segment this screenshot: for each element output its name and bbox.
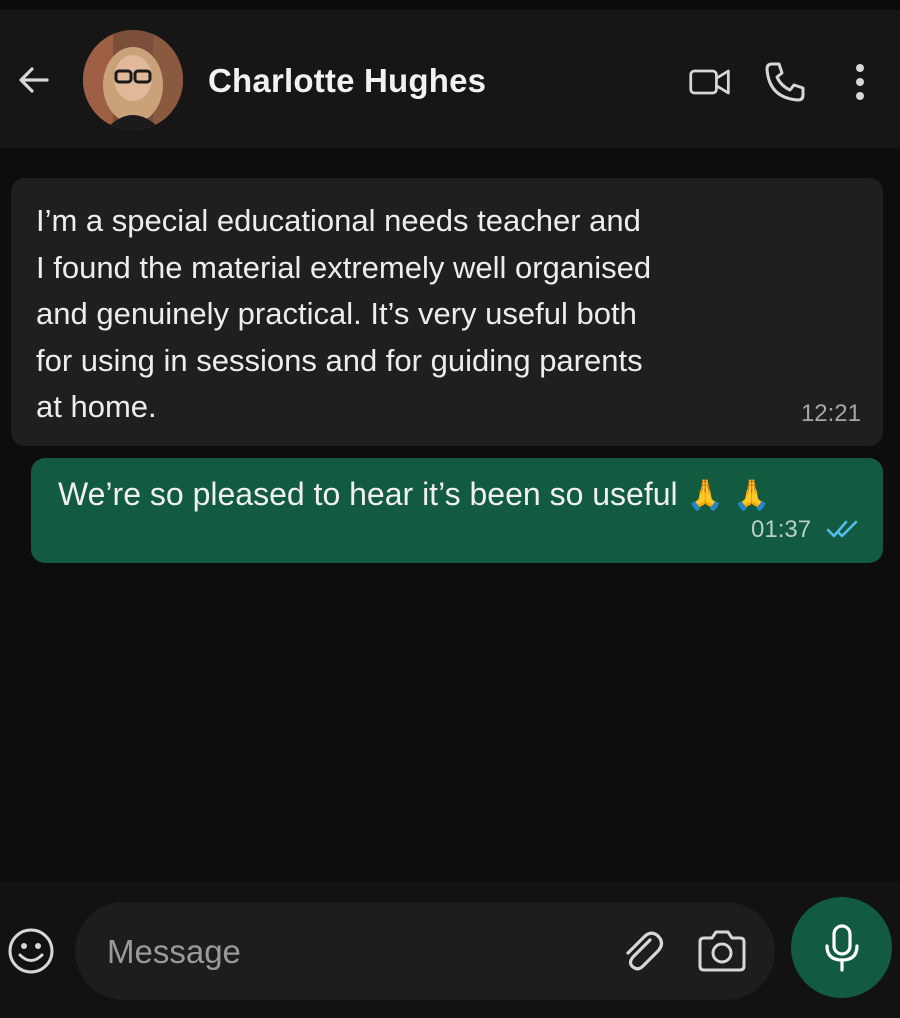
video-camera-icon xyxy=(689,69,730,95)
more-options-button[interactable] xyxy=(838,60,882,104)
message-time: 12:21 xyxy=(800,400,861,427)
paperclip-icon xyxy=(626,931,664,971)
voice-message-button[interactable] xyxy=(791,897,892,998)
message-composer[interactable] xyxy=(75,902,775,1000)
avatar-image xyxy=(83,30,183,130)
read-ticks-icon xyxy=(826,520,858,538)
microphone-icon xyxy=(824,923,859,972)
camera-button[interactable] xyxy=(695,926,749,976)
back-button[interactable] xyxy=(14,60,54,100)
voice-call-button[interactable] xyxy=(763,60,807,104)
composer-bar xyxy=(0,882,900,1018)
message-text: I’m a special educational needs teacher … xyxy=(36,203,652,424)
message-list[interactable]: I’m a special educational needs teacher … xyxy=(0,148,900,882)
incoming-message[interactable]: I’m a special educational needs teacher … xyxy=(11,178,883,446)
phone-icon xyxy=(765,62,805,102)
avatar[interactable] xyxy=(83,30,183,130)
top-strip xyxy=(0,0,900,10)
camera-icon xyxy=(698,930,746,972)
attach-button[interactable] xyxy=(617,926,667,976)
outgoing-message[interactable]: We’re so pleased to hear it’s been so us… xyxy=(31,458,883,563)
emoji-button[interactable] xyxy=(4,924,58,978)
contact-name[interactable]: Charlotte Hughes xyxy=(208,62,486,100)
message-time: 01:37 xyxy=(751,516,812,543)
arrow-left-icon xyxy=(19,67,49,93)
more-vertical-icon xyxy=(856,64,864,100)
chat-header: Charlotte Hughes xyxy=(0,10,900,148)
message-input[interactable] xyxy=(105,927,589,977)
smiley-icon xyxy=(8,928,54,974)
message-body: We’re so pleased to hear it’s been so us… xyxy=(58,476,678,512)
message-text: We’re so pleased to hear it’s been so us… xyxy=(58,476,771,513)
video-call-button[interactable] xyxy=(688,60,732,104)
praying-hands-emoji: 🙏 🙏 xyxy=(686,478,771,513)
